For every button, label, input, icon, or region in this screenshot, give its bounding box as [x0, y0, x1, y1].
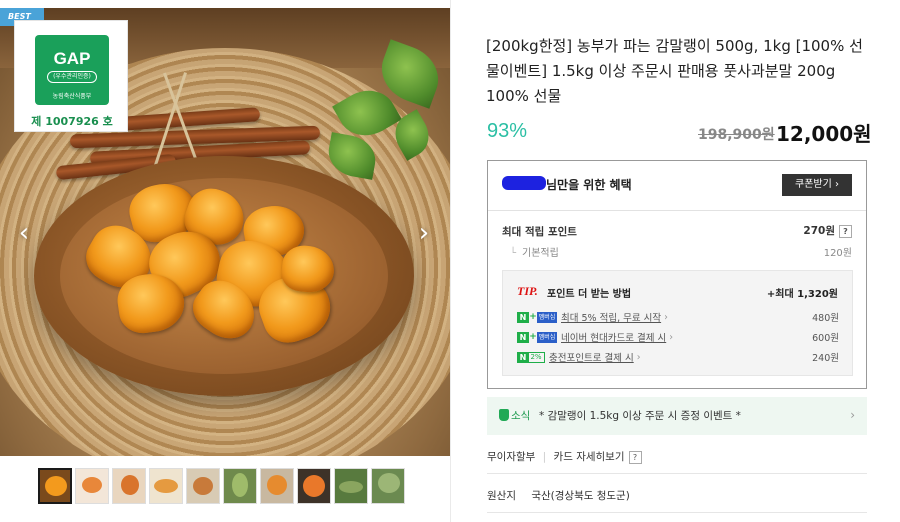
thumbnail-strip — [38, 468, 405, 506]
gap-certification: GAP (우수관리인증) 농림축산식품부 제 1007926 호 — [14, 20, 128, 132]
benefit-header: 님만을 위한 혜택 쿠폰받기 › — [488, 161, 866, 211]
benefit-box: 님만을 위한 혜택 쿠폰받기 › 최대 적립 포인트 270원? └ 기본적립 1… — [487, 160, 867, 389]
thumbnail[interactable] — [260, 468, 294, 504]
thumbnail[interactable] — [334, 468, 368, 504]
max-points-label: 최대 적립 포인트 — [502, 226, 577, 238]
plus-icon: + — [529, 332, 537, 342]
gap-ministry: 농림축산식품부 — [52, 93, 92, 100]
thumbnail[interactable] — [371, 468, 405, 504]
membership-badge: 멤버십 — [537, 311, 557, 323]
percent-badge: 2% — [527, 351, 545, 363]
original-price: 198,900원 — [698, 127, 775, 143]
installment-label: 무이자할부 — [487, 451, 536, 463]
news-text: * 감말랭이 1.5kg 이상 주문 시 증정 이벤트 * — [539, 410, 741, 422]
gap-cert-number: 제 1007926 호 — [31, 115, 113, 128]
thumbnail[interactable] — [75, 468, 109, 504]
chevron-right-icon: › — [636, 351, 641, 363]
masked-username — [502, 176, 546, 190]
thumbnail[interactable] — [223, 468, 257, 504]
origin-label: 원산지 — [487, 490, 516, 502]
tip-item-amount: 240원 — [812, 353, 839, 364]
naver-n-icon: N — [517, 311, 529, 323]
chevron-right-icon: › — [664, 311, 668, 323]
gap-logo-text: GAP — [53, 49, 91, 68]
tip-item-amount: 480원 — [812, 313, 839, 324]
membership-badge: 멤버십 — [537, 331, 557, 343]
tip-item-membership[interactable]: N + 멤버십 최대 5% 적립, 무료 시작 › 480원 — [517, 310, 839, 324]
tip-item-text[interactable]: 네이버 현대카드로 결제 시 — [561, 333, 666, 344]
thumbnail[interactable] — [112, 468, 146, 504]
plus-icon: + — [529, 312, 537, 322]
chevron-right-icon: › — [850, 408, 855, 422]
wooden-plate — [34, 156, 414, 396]
separator — [487, 512, 867, 513]
news-label: 소식 — [511, 410, 531, 422]
gap-logo: GAP (우수관리인증) 농림축산식품부 — [35, 35, 109, 105]
naver-n-icon: N — [517, 331, 529, 343]
tip-item-text[interactable]: 충전포인트로 결제 시 — [549, 353, 634, 364]
basic-points-value: 120원 — [823, 248, 852, 259]
product-gallery: BEST GAP (우수관리인증) 농림축산식품부 제 1007926 호 ‹ … — [0, 0, 450, 522]
origin-value: 국산(경상북도 청도군) — [531, 490, 630, 502]
gap-logo-subtitle: (우수관리인증) — [47, 71, 97, 83]
card-detail-link[interactable]: 카드 자세히보기 — [554, 451, 625, 463]
help-icon[interactable]: ? — [628, 450, 642, 464]
tip-item-amount: 600원 — [812, 333, 839, 344]
tip-item-card[interactable]: N + 멤버십 네이버 현대카드로 결제 시 › 600원 — [517, 330, 839, 344]
discount-rate: 93% — [487, 120, 528, 142]
product-info-panel: [200kg한정] 농부가 파는 감말랭이 500g, 1kg [100% 선물… — [450, 0, 900, 522]
tip-label: TIP. — [517, 284, 538, 298]
help-icon[interactable]: ? — [839, 224, 852, 238]
thumbnail[interactable] — [297, 468, 331, 504]
origin-row: 원산지 국산(경상북도 청도군) — [487, 488, 630, 503]
news-bar[interactable]: 소식 * 감말랭이 1.5kg 이상 주문 시 증정 이벤트 * › — [487, 397, 867, 435]
coupon-button[interactable]: 쿠폰받기 › — [782, 174, 852, 196]
chevron-right-icon[interactable]: › — [412, 218, 436, 248]
separator — [487, 473, 867, 474]
installment-row: 무이자할부 | 카드 자세히보기? — [487, 449, 642, 464]
tip-max: +최대 1,320원 — [766, 289, 838, 300]
max-points-value: 270원 — [803, 225, 835, 237]
sale-price: 12,000원 — [776, 122, 872, 146]
branch-icon: └ — [510, 248, 517, 259]
tip-text: 포인트 더 받는 방법 — [547, 289, 632, 300]
basic-points-text: 기본적립 — [522, 248, 559, 259]
divider: | — [542, 451, 547, 463]
chevron-right-icon: › — [669, 331, 674, 343]
basic-points-label: └ 기본적립 — [510, 244, 559, 259]
thumbnail[interactable] — [149, 468, 183, 504]
tip-box: TIP. 포인트 더 받는 방법 +최대 1,320원 N + 멤버십 최대 5% 적… — [502, 270, 853, 376]
max-points-row: 270원? — [803, 223, 852, 238]
bell-icon — [499, 409, 509, 421]
thumbnail[interactable] — [186, 468, 220, 504]
thumbnail[interactable] — [38, 468, 72, 504]
benefit-title: 님만을 위한 혜택 — [546, 178, 632, 192]
chevron-left-icon[interactable]: ‹ — [12, 218, 36, 248]
product-title: [200kg한정] 농부가 파는 감말랭이 500g, 1kg [100% 선물… — [486, 37, 863, 105]
tip-item-charge[interactable]: N 2% 충전포인트로 결제 시 › 240원 — [517, 350, 839, 364]
tip-item-text[interactable]: 최대 5% 적립, 무료 시작 — [561, 313, 661, 324]
